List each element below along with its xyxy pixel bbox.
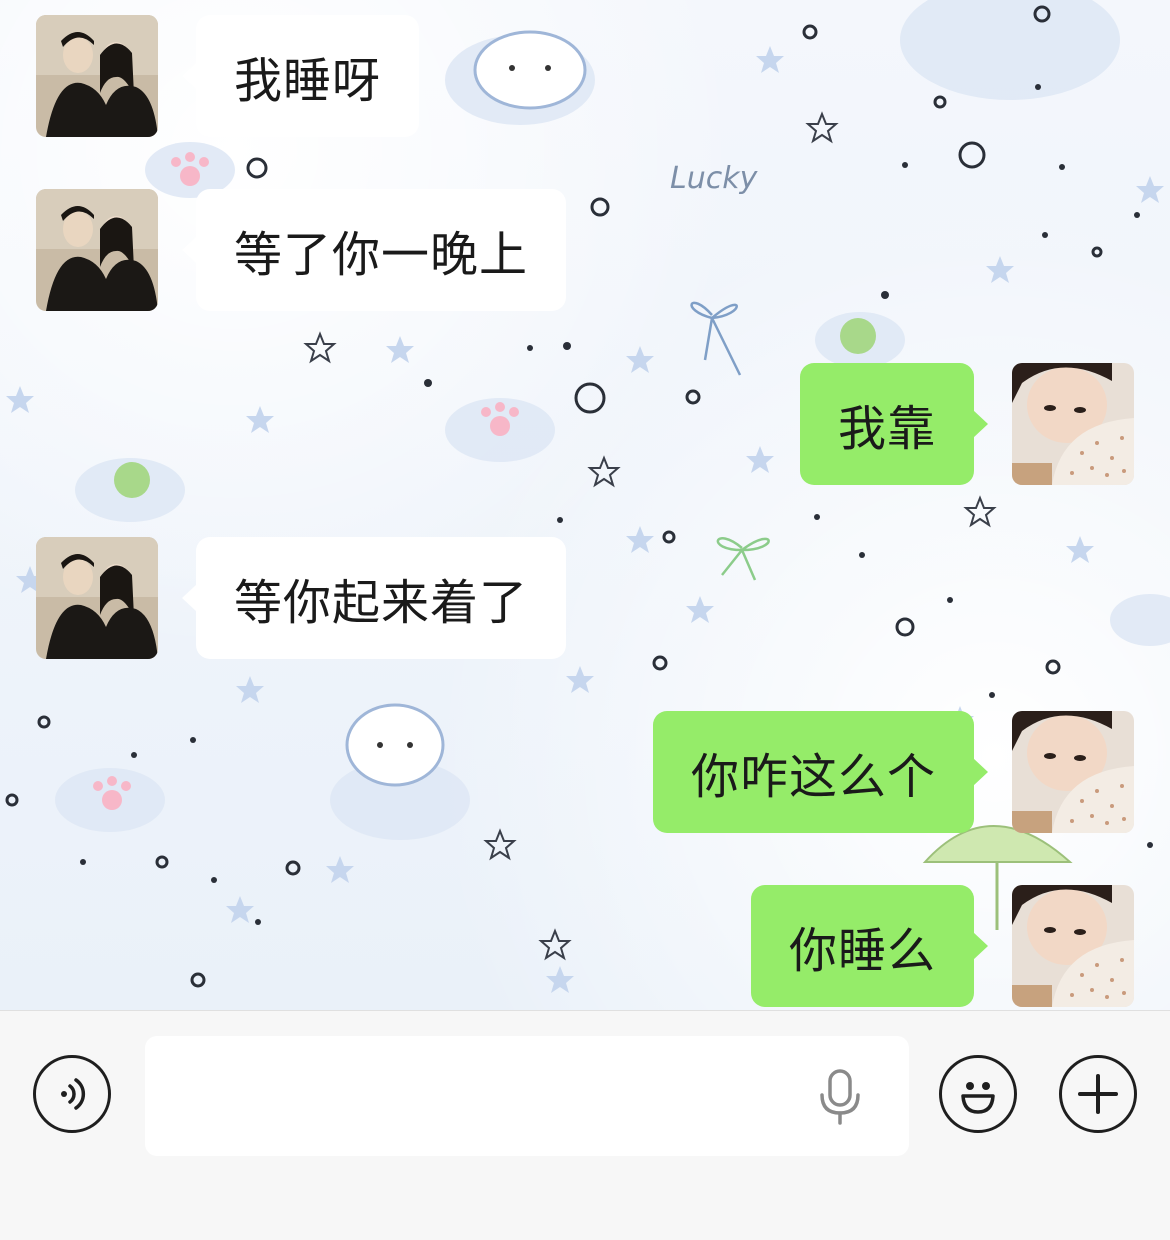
message-bubble-outgoing[interactable]: 我靠 [799, 363, 989, 485]
message-bubble-outgoing[interactable]: 你咋这么个 [652, 711, 989, 833]
contact-avatar[interactable] [36, 15, 158, 137]
message-row-outgoing: 你咋这么个 [652, 711, 1134, 833]
emoji-smile-icon [961, 1082, 995, 1114]
message-row-incoming: 等了你一晚上 [36, 189, 567, 311]
message-row-incoming: 等你起来着了 [36, 537, 567, 659]
message-text: 我睡呀 [234, 53, 382, 109]
voice-mode-icon [61, 1078, 86, 1110]
microphone-icon [820, 1069, 860, 1125]
message-input-bar [0, 1010, 1170, 1240]
chat-wallpaper: Lucky [5, 0, 1170, 993]
message-text: 等了你一晚上 [234, 227, 529, 283]
message-bubble-incoming[interactable]: 等你起来着了 [181, 537, 567, 659]
message-bubble-incoming[interactable]: 我睡呀 [181, 15, 420, 137]
contact-avatar[interactable] [36, 537, 158, 659]
message-text: 我靠 [837, 401, 936, 457]
my-avatar[interactable] [1012, 363, 1134, 485]
message-row-outgoing: 你睡么 [750, 885, 1134, 1007]
chat-area[interactable]: Lucky 我睡呀 等了你一晚上 我靠 等你起来着了 你咋这么个 你睡么 [0, 0, 1170, 1010]
message-row-outgoing: 我靠 [799, 363, 1134, 485]
emoji-button[interactable] [939, 1055, 1017, 1133]
message-input[interactable] [145, 1036, 909, 1156]
message-text: 等你起来着了 [234, 575, 529, 631]
message-bubble-incoming[interactable]: 等了你一晚上 [181, 189, 567, 311]
svg-text:Lucky: Lucky [670, 161, 759, 196]
message-text: 你咋这么个 [690, 749, 936, 805]
contact-avatar[interactable] [36, 189, 158, 311]
my-avatar[interactable] [1012, 711, 1134, 833]
my-avatar[interactable] [1012, 885, 1134, 1007]
message-row-incoming: 我睡呀 [36, 15, 420, 137]
plus-icon [1078, 1074, 1118, 1114]
message-bubble-outgoing[interactable]: 你睡么 [750, 885, 989, 1007]
message-text: 你睡么 [788, 923, 936, 979]
voice-mode-button[interactable] [33, 1055, 111, 1133]
more-options-button[interactable] [1059, 1055, 1137, 1133]
microphone-button[interactable] [816, 1069, 864, 1125]
